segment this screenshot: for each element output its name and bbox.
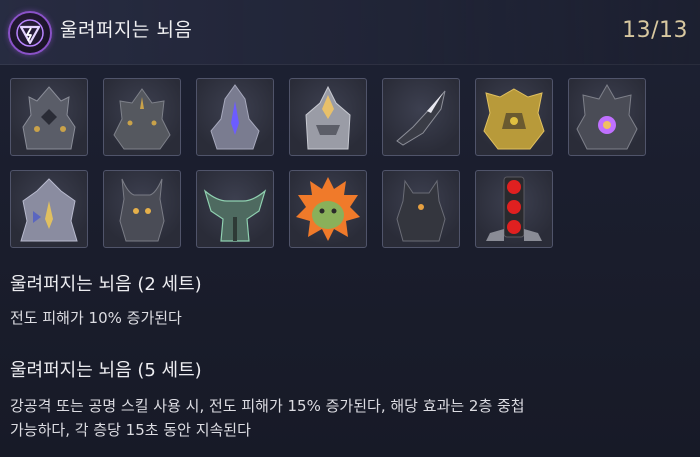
set-bonus-2-title: 울려퍼지는 뇌음 (2 세트) <box>10 274 202 295</box>
echo-slot[interactable] <box>475 78 553 156</box>
echo-slot[interactable] <box>10 170 88 248</box>
echo-slot[interactable] <box>196 78 274 156</box>
echo-slot[interactable] <box>568 78 646 156</box>
header: 울려퍼지는 뇌음 13/13 <box>0 0 700 65</box>
set-bonus-2-description: 전도 피해가 10% 증가된다 <box>10 306 182 330</box>
set-bonus-5-line: 강공격 또는 공명 스킬 사용 시, 전도 피해가 15% 증가된다, 해당 효… <box>10 397 525 415</box>
echo-slot[interactable] <box>475 170 553 248</box>
lightning-triangle-emblem-icon <box>8 11 52 55</box>
echo-slot[interactable] <box>289 170 367 248</box>
echo-slot[interactable] <box>382 170 460 248</box>
echo-slot[interactable] <box>103 78 181 156</box>
set-bonus-5-description: 강공격 또는 공명 스킬 사용 시, 전도 피해가 15% 증가된다, 해당 효… <box>10 394 525 442</box>
set-bonus-5-line: 가능하다, 각 층당 15초 동안 지속된다 <box>10 421 251 439</box>
set-bonus-2-line: 전도 피해가 10% 증가된다 <box>10 309 182 327</box>
echo-slot[interactable] <box>196 170 274 248</box>
set-bonus-5-title: 울려퍼지는 뇌음 (5 세트) <box>10 360 202 381</box>
echo-slot[interactable] <box>289 78 367 156</box>
set-name-title: 울려퍼지는 뇌음 <box>60 19 193 41</box>
echo-slot[interactable] <box>103 170 181 248</box>
echo-slot[interactable] <box>10 78 88 156</box>
echo-slot[interactable] <box>382 78 460 156</box>
set-piece-count: 13/13 <box>622 18 688 43</box>
